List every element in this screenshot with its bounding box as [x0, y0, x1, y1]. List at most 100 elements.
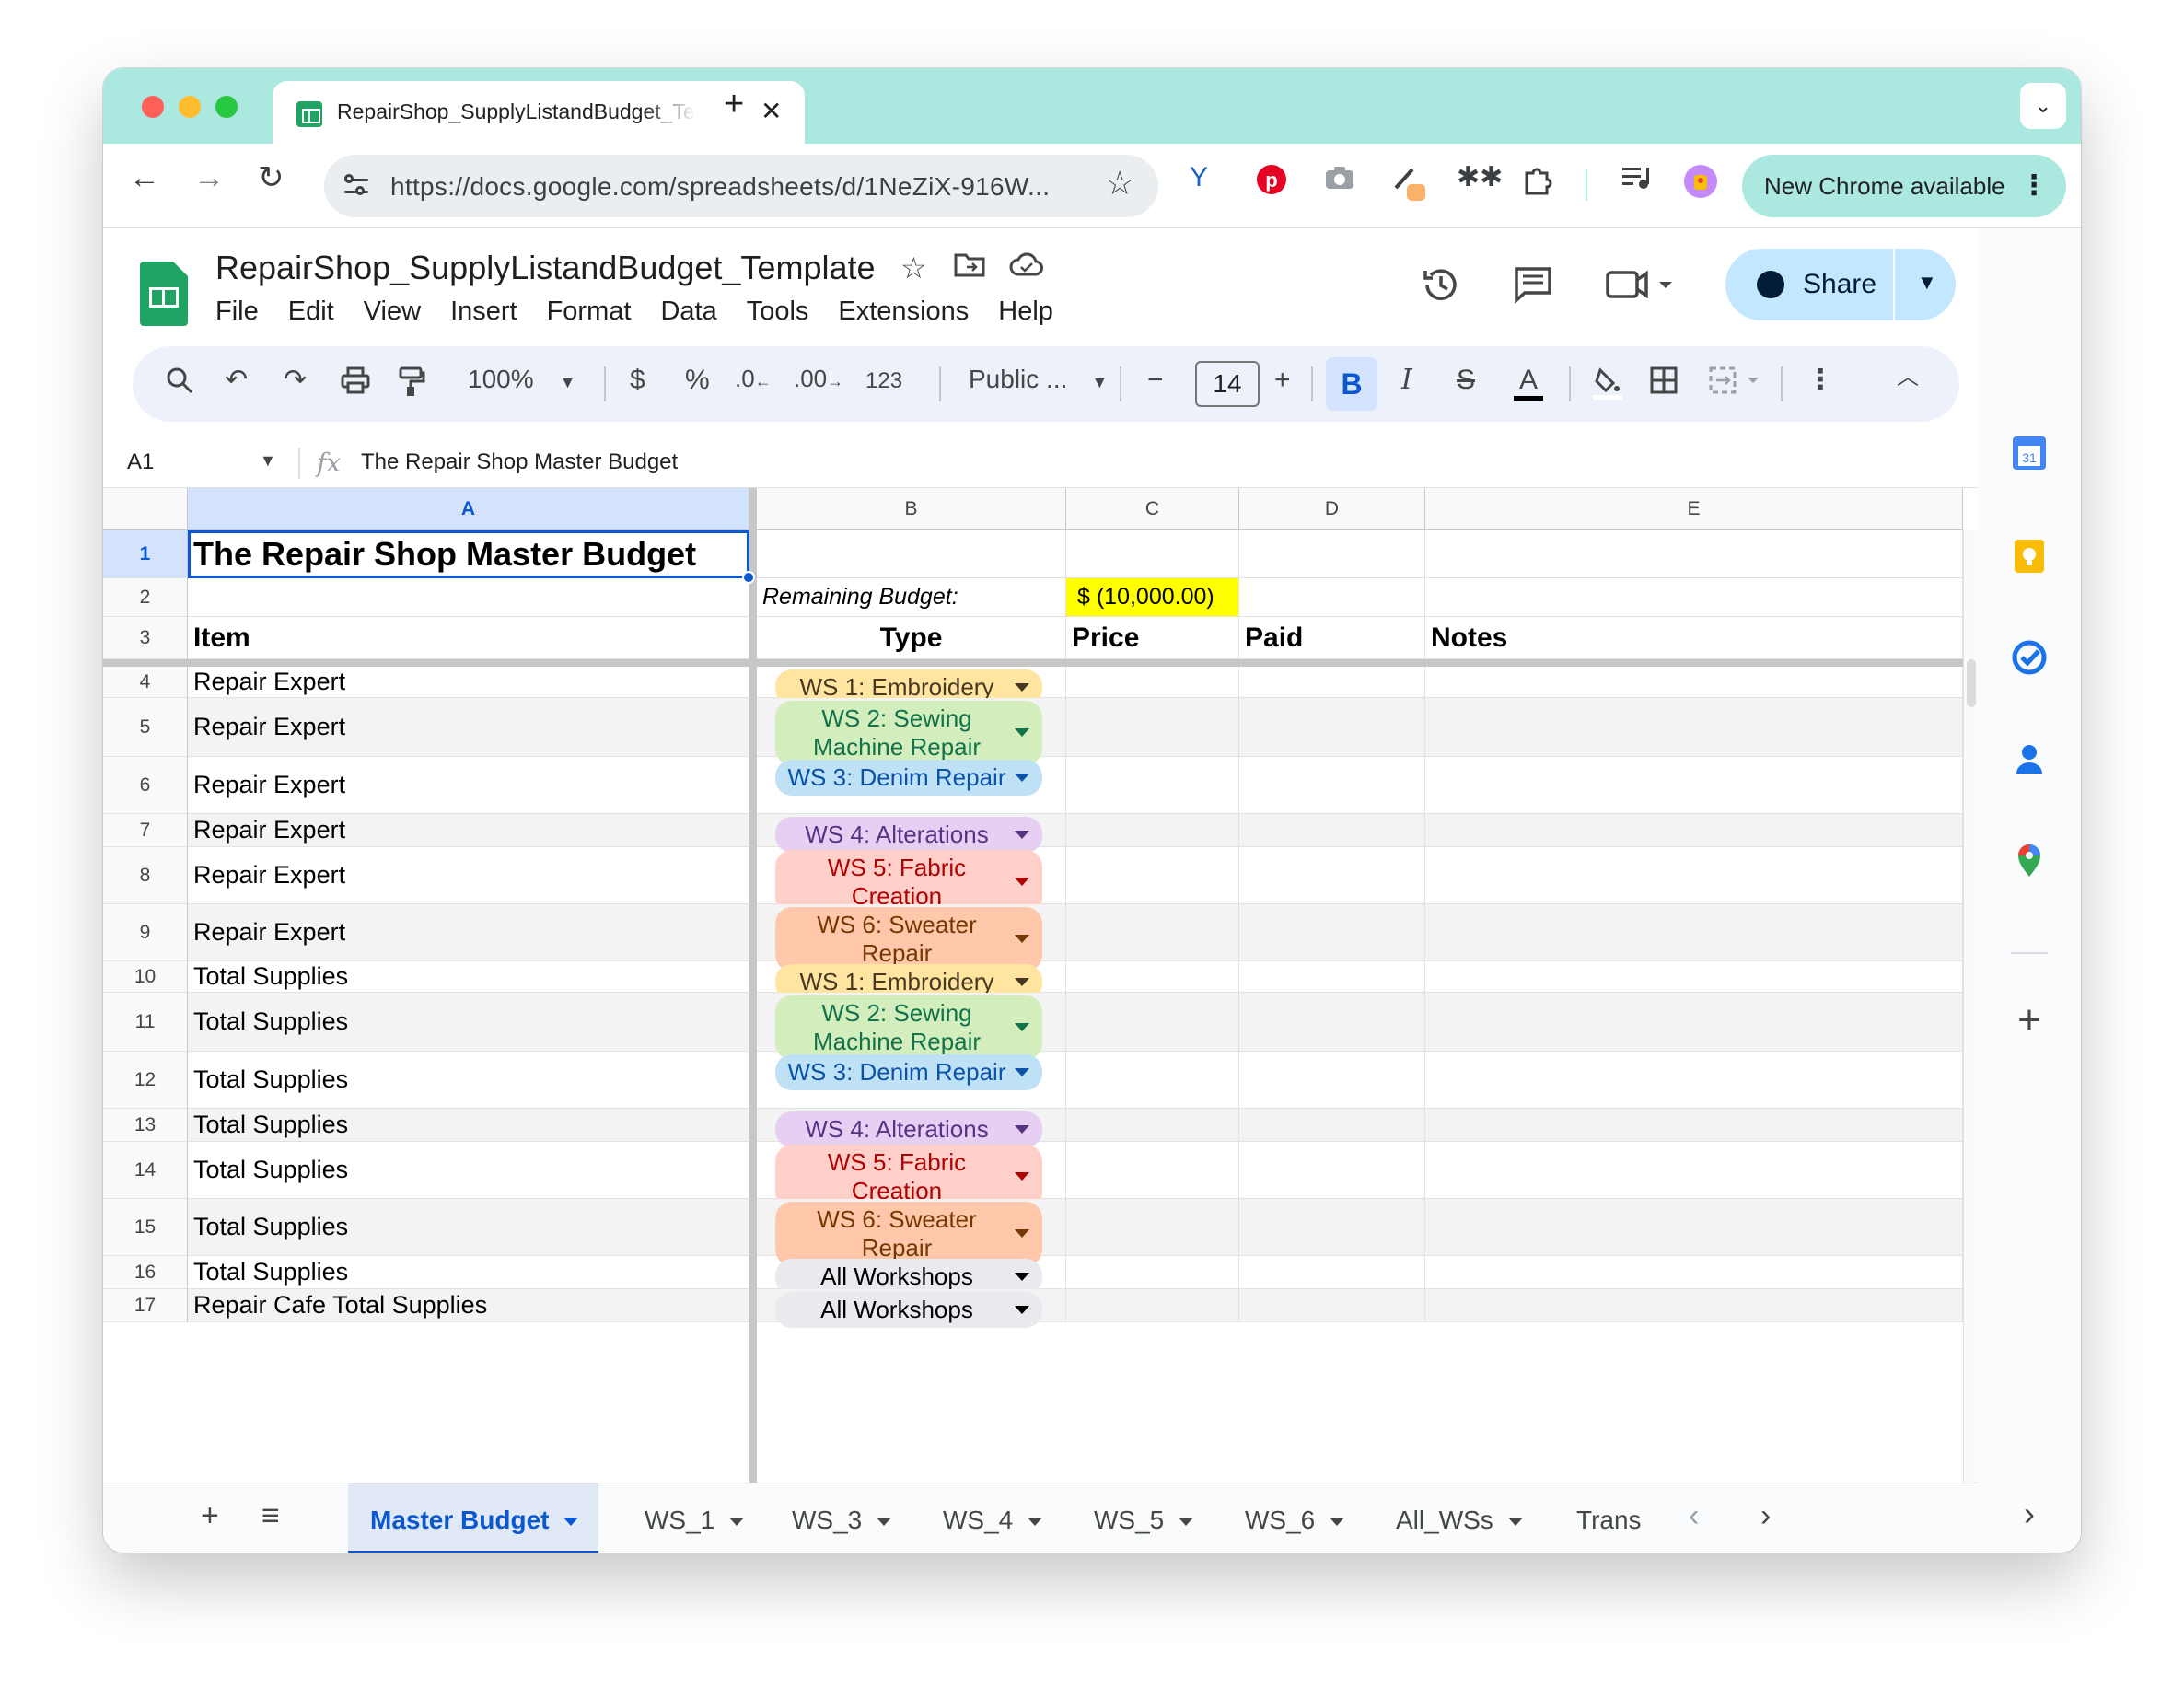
version-history-icon[interactable] [1420, 263, 1462, 312]
borders-icon[interactable] [1650, 366, 1678, 400]
row-header[interactable]: 2 [103, 578, 188, 617]
all-sheets-icon[interactable]: ≡ [261, 1500, 280, 1531]
item-cell[interactable]: Repair Expert [188, 667, 749, 698]
row-header[interactable]: 14 [103, 1142, 188, 1199]
site-settings-icon[interactable] [343, 171, 372, 201]
remaining-budget-label[interactable]: Remaining Budget: [757, 578, 1066, 617]
paid-cell[interactable] [1239, 757, 1425, 814]
sheet-tab-ws4[interactable]: WS_4 [943, 1483, 1043, 1553]
eyedropper-icon[interactable] [1390, 164, 1427, 206]
name-box-caret-icon[interactable]: ▼ [260, 451, 276, 471]
notes-cell[interactable] [1425, 1256, 1963, 1289]
frozen-row-divider[interactable] [103, 659, 1963, 667]
paint-format-icon[interactable] [398, 366, 425, 403]
zoom-select[interactable]: 100% ▼ [468, 366, 575, 392]
notes-cell[interactable] [1425, 1289, 1963, 1322]
paid-cell[interactable] [1239, 1052, 1425, 1109]
paid-cell[interactable] [1239, 847, 1425, 904]
item-cell[interactable]: Total Supplies [188, 993, 749, 1052]
row-header[interactable]: 16 [103, 1256, 188, 1289]
address-bar[interactable]: https://docs.google.com/spreadsheets/d/1… [324, 155, 1158, 217]
select-all-corner[interactable] [103, 488, 188, 530]
profile-extension-icon[interactable] [1683, 164, 1718, 204]
increase-font-size-icon[interactable]: + [1274, 366, 1291, 394]
tab-caret-icon[interactable] [1028, 1518, 1043, 1527]
vertical-scroll-thumb[interactable] [1967, 659, 1976, 707]
notes-cell[interactable] [1425, 1142, 1963, 1199]
menu-data[interactable]: Data [660, 297, 716, 327]
notes-cell[interactable] [1425, 698, 1963, 757]
column-header-b[interactable]: B [757, 488, 1066, 530]
row-header[interactable]: 8 [103, 847, 188, 904]
item-cell[interactable]: Repair Expert [188, 757, 749, 814]
row-header[interactable]: 6 [103, 757, 188, 814]
header-notes[interactable]: Notes [1425, 617, 1963, 659]
workshop-dropdown-chip[interactable]: WS 2: Sewing Machine Repair [775, 701, 1042, 765]
add-sheet-icon[interactable]: + [201, 1500, 219, 1531]
currency-format-button[interactable]: $ [630, 366, 645, 394]
paid-cell[interactable] [1239, 1256, 1425, 1289]
more-vert-icon[interactable]: ⋮ [2020, 169, 2048, 202]
row-header[interactable]: 3 [103, 617, 188, 659]
minimize-window-button[interactable] [179, 96, 201, 118]
camera-icon[interactable] [1324, 164, 1355, 197]
workshop-dropdown-chip[interactable]: WS 2: Sewing Machine Repair [775, 995, 1042, 1060]
column-header-d[interactable]: D [1239, 488, 1425, 530]
move-folder-icon[interactable] [954, 250, 985, 285]
maximize-window-button[interactable] [215, 96, 238, 118]
column-header-a[interactable]: A [188, 488, 749, 530]
share-button[interactable]: Share ▼ [1725, 249, 1956, 320]
sheet-tab-ws6[interactable]: WS_6 [1245, 1483, 1345, 1553]
print-icon[interactable] [341, 366, 370, 400]
menu-format[interactable]: Format [547, 297, 632, 327]
price-cell[interactable] [1066, 698, 1239, 757]
cloud-status-icon[interactable] [1009, 250, 1044, 285]
paid-cell[interactable] [1239, 1142, 1425, 1199]
cell[interactable] [1425, 530, 1963, 578]
paid-cell[interactable] [1239, 961, 1425, 993]
notes-cell[interactable] [1425, 1052, 1963, 1109]
share-dropdown-icon[interactable]: ▼ [1917, 271, 1937, 295]
media-control-icon[interactable] [1621, 164, 1652, 197]
price-cell[interactable] [1066, 667, 1239, 698]
paid-cell[interactable] [1239, 667, 1425, 698]
workshop-dropdown-chip[interactable]: All Workshops [775, 1292, 1042, 1328]
price-cell[interactable] [1066, 757, 1239, 814]
sheet-tab-master-budget[interactable]: Master Budget [348, 1483, 599, 1553]
column-header-e[interactable]: E [1425, 488, 1963, 530]
cell[interactable] [1066, 530, 1239, 578]
row-header[interactable]: 10 [103, 961, 188, 993]
menu-insert[interactable]: Insert [450, 297, 517, 327]
document-title[interactable]: RepairShop_SupplyListandBudget_Template [215, 249, 876, 287]
new-chrome-available-button[interactable]: New Chrome available ⋮ [1742, 155, 2066, 217]
increase-decimal-button[interactable]: .00→ [794, 366, 843, 390]
notes-cell[interactable] [1425, 993, 1963, 1052]
notes-cell[interactable] [1425, 1199, 1963, 1256]
sheet-tab-ws5[interactable]: WS_5 [1094, 1483, 1194, 1553]
menu-view[interactable]: View [364, 297, 421, 327]
merge-cells-icon[interactable] [1709, 366, 1762, 400]
tab-close-icon[interactable]: ✕ [761, 96, 782, 126]
paid-cell[interactable] [1239, 698, 1425, 757]
extensions-puzzle-icon[interactable] [1521, 164, 1552, 201]
number-format-button[interactable]: 123 [865, 370, 902, 392]
cell[interactable] [1239, 578, 1425, 617]
sheet-tab-trans[interactable]: Trans [1576, 1483, 1663, 1553]
meet-video-icon[interactable] [1604, 263, 1674, 312]
more-options-icon[interactable]: ⋮ [1806, 366, 1834, 394]
item-cell[interactable]: Total Supplies [188, 1052, 749, 1109]
maps-icon[interactable] [2011, 842, 2048, 878]
tab-caret-icon[interactable] [1179, 1518, 1194, 1527]
row-header[interactable]: 15 [103, 1199, 188, 1256]
cell[interactable] [1239, 530, 1425, 578]
column-header-c[interactable]: C [1066, 488, 1239, 530]
price-cell[interactable] [1066, 1256, 1239, 1289]
percent-format-button[interactable]: % [685, 366, 710, 394]
decrease-font-size-icon[interactable]: − [1147, 366, 1164, 394]
font-select[interactable]: Public ... ▼ [969, 366, 1108, 392]
price-cell[interactable] [1066, 904, 1239, 961]
tab-caret-icon[interactable] [729, 1518, 745, 1527]
forward-icon[interactable]: → [193, 162, 225, 193]
price-cell[interactable] [1066, 1199, 1239, 1256]
formula-input[interactable]: The Repair Shop Master Budget [361, 449, 678, 475]
